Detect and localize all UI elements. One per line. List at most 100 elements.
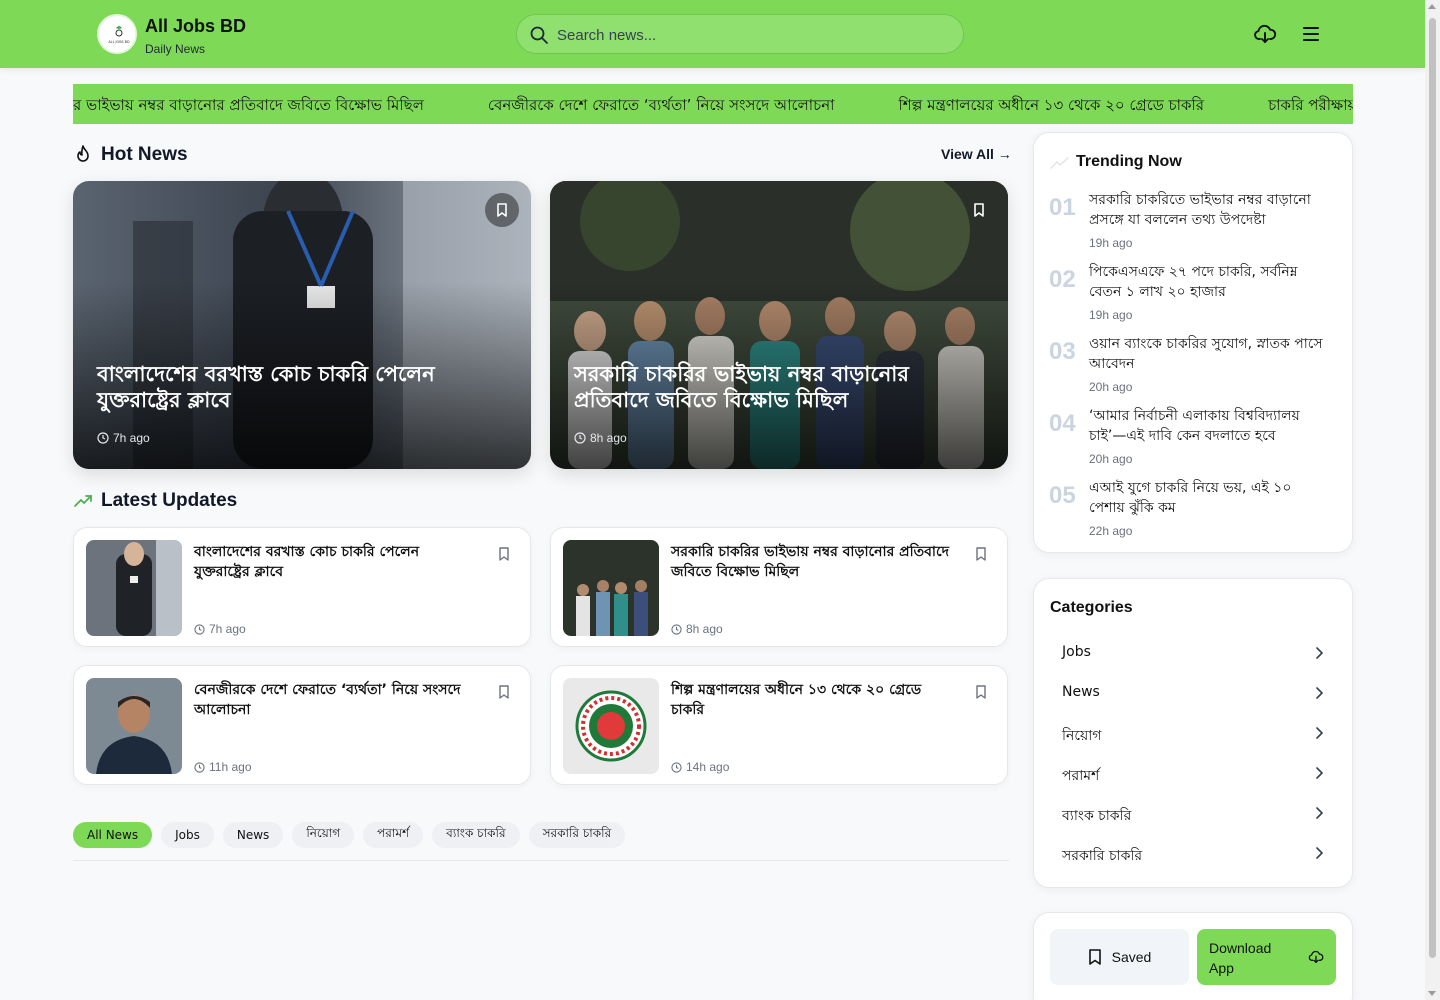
category-label: নিয়োগ	[1062, 728, 1102, 744]
latest-news-title[interactable]: বাংলাদেশের বরখাস্ত কোচ চাকরি পেলেন যুক্ত…	[194, 542, 474, 582]
divider	[73, 860, 1009, 861]
trending-title[interactable]: পিকেএসএফে ২৭ পদে চাকরি, সর্বনিম্ন বেতন ১…	[1089, 262, 1329, 302]
clock-icon	[671, 761, 682, 773]
latest-news-card[interactable]: সরকারি চাকরির ভাইভায় নম্বর বাড়ানোর প্র…	[550, 527, 1008, 647]
ticker-item[interactable]: বেনজীরকে দেশে ফেরাতে ‘ব্যর্থতা’ নিয়ে সং…	[488, 94, 835, 119]
bookmark-icon	[974, 203, 984, 217]
trending-item[interactable]: 05 এআই যুগে চাকরি নিয়ে ভয়, এই ১০ পেশায…	[1049, 478, 1339, 542]
hot-news-card[interactable]: সরকারি চাকরির ভাইভায় নম্বর বাড়ানোর প্র…	[550, 181, 1008, 469]
bookmark-icon[interactable]	[973, 546, 989, 562]
pill-bank-jobs[interactable]: ব্যাংক চাকরি	[432, 822, 520, 848]
trending-time: 20h ago	[1089, 380, 1133, 394]
latest-news-card[interactable]: বাংলাদেশের বরখাস্ত কোচ চাকরি পেলেন যুক্ত…	[73, 527, 531, 647]
pill-news[interactable]: News	[222, 822, 284, 848]
category-label: পরামর্শ	[1062, 768, 1100, 784]
menu-icon[interactable]	[1299, 22, 1323, 46]
saved-button[interactable]: Saved	[1050, 929, 1189, 985]
trending-item[interactable]: 01 সরকারি চাকরিতে ভাইভার নম্বর বাড়ানো প…	[1049, 190, 1339, 254]
trending-title[interactable]: ‘আমার নির্বাচনী এলাকায় বিশ্ববিদ্যালয় চ…	[1089, 406, 1329, 446]
ticker-item[interactable]: শিল্প মন্ত্রণালয়ের অধীনে ১৩ থেকে ২০ গ্র…	[899, 94, 1205, 119]
bookmark-icon[interactable]	[973, 684, 989, 700]
trending-title[interactable]: সরকারি চাকরিতে ভাইভার নম্বর বাড়ানো প্রস…	[1089, 190, 1329, 230]
search-bar[interactable]	[516, 14, 964, 54]
download-app-button[interactable]: Download App	[1197, 929, 1336, 985]
latest-news-time: 8h ago	[671, 622, 723, 636]
bookmark-button[interactable]	[485, 193, 519, 227]
trending-time: 19h ago	[1089, 308, 1133, 322]
hot-news-heading: Hot News	[101, 144, 188, 165]
flame-icon	[77, 145, 89, 162]
trending-item[interactable]: 04 ‘আমার নির্বাচনী এলাকায় বিশ্ববিদ্যালয…	[1049, 406, 1339, 470]
pill-poramorsho[interactable]: পরামর্শ	[363, 822, 424, 848]
trending-rank: 03	[1049, 338, 1076, 365]
hot-news-title[interactable]: সরকারি চাকরির ভাইভায় নম্বর বাড়ানোর প্র…	[574, 361, 984, 413]
clock-icon	[574, 432, 586, 444]
search-input[interactable]	[557, 23, 947, 47]
category-govt-jobs[interactable]: সরকারি চাকরি	[1050, 833, 1338, 873]
category-label: সরকারি চাকরি	[1062, 848, 1143, 864]
view-all-link[interactable]: View All →	[941, 146, 1012, 162]
pill-jobs[interactable]: Jobs	[161, 822, 214, 848]
news-thumbnail	[563, 540, 659, 636]
trending-title[interactable]: ওয়ান ব্যাংকে চাকরির সুযোগ, স্নাতক পাসে …	[1089, 334, 1329, 374]
page-scrollbar[interactable]	[1425, 0, 1440, 1000]
cloud-download-icon[interactable]	[1253, 22, 1277, 46]
categories-panel: Categories Jobs News নিয়োগ পরামর্শ ব্যা…	[1033, 578, 1353, 888]
latest-news-title[interactable]: শিল্প মন্ত্রণালয়ের অধীনে ১৩ থেকে ২০ গ্র…	[671, 680, 951, 720]
bookmark-button[interactable]	[962, 193, 996, 227]
logo-lettering: ALL JOBS BD	[108, 40, 130, 44]
latest-news-card[interactable]: শিল্প মন্ত্রণালয়ের অধীনে ১৩ থেকে ২০ গ্র…	[550, 665, 1008, 785]
brand-title[interactable]: All Jobs BD	[145, 16, 246, 37]
hot-news-card[interactable]: বাংলাদেশের বরখাস্ত কোচ চাকরি পেলেন যুক্ত…	[73, 181, 531, 469]
hot-news-time: 7h ago	[97, 431, 150, 445]
pill-govt-jobs[interactable]: সরকারি চাকরি	[528, 822, 626, 848]
latest-news-card[interactable]: বেনজীরকে দেশে ফেরাতে ‘ব্যর্থতা’ নিয়ে সং…	[73, 665, 531, 785]
pill-niyog[interactable]: নিয়োগ	[292, 822, 355, 848]
trending-rank: 02	[1049, 266, 1076, 293]
hot-news-time-label: 7h ago	[113, 431, 150, 445]
category-niyog[interactable]: নিয়োগ	[1050, 713, 1338, 753]
hot-news-title[interactable]: বাংলাদেশের বরখাস্ত কোচ চাকরি পেলেন যুক্ত…	[97, 361, 507, 413]
trending-item[interactable]: 03 ওয়ান ব্যাংকে চাকরির সুযোগ, স্নাতক পা…	[1049, 334, 1339, 398]
latest-news-title[interactable]: সরকারি চাকরির ভাইভায় নম্বর বাড়ানোর প্র…	[671, 542, 951, 582]
bookmark-icon[interactable]	[496, 546, 512, 562]
ticker-item[interactable]: চাকরি পরীক্ষায় মৌ	[1268, 94, 1353, 119]
scroll-up-arrow-icon[interactable]	[1428, 4, 1436, 9]
trending-time: 20h ago	[1089, 452, 1133, 466]
scroll-down-arrow-icon[interactable]	[1428, 991, 1436, 996]
category-news[interactable]: News	[1050, 673, 1338, 713]
category-bank-jobs[interactable]: ব্যাংক চাকরি	[1050, 793, 1338, 833]
news-thumbnail	[86, 540, 182, 636]
category-jobs[interactable]: Jobs	[1050, 633, 1338, 673]
trending-item[interactable]: 02 পিকেএসএফে ২৭ পদে চাকরি, সর্বনিম্ন বেত…	[1049, 262, 1339, 326]
chevron-right-icon	[1316, 647, 1323, 659]
scrollbar-thumb[interactable]	[1429, 18, 1436, 958]
latest-news-time-label: 14h ago	[686, 760, 730, 774]
trending-rank: 05	[1049, 482, 1076, 509]
pill-all-news[interactable]: All News	[73, 822, 153, 848]
download-app-label: Download App	[1209, 938, 1289, 978]
trending-rank: 04	[1049, 410, 1076, 437]
latest-news-time: 11h ago	[194, 760, 252, 774]
latest-news-time-label: 7h ago	[209, 622, 246, 636]
top-header: ALL JOBS BD All Jobs BD Daily News	[0, 0, 1425, 68]
brand-logo[interactable]: ALL JOBS BD	[97, 14, 137, 54]
trending-title[interactable]: এআই যুগে চাকরি নিয়ে ভয়, এই ১০ পেশায় ঝ…	[1089, 478, 1329, 518]
latest-news-time-label: 8h ago	[686, 622, 723, 636]
hot-news-time-label: 8h ago	[590, 431, 627, 445]
clock-icon	[194, 623, 205, 635]
news-ticker: র ভাইভায় নম্বর বাড়ানোর প্রতিবাদে জবিতে…	[73, 84, 1353, 124]
chevron-right-icon	[1316, 767, 1323, 779]
search-icon	[530, 26, 548, 44]
ticker-item[interactable]: র ভাইভায় নম্বর বাড়ানোর প্রতিবাদে জবিতে…	[73, 94, 424, 119]
trending-rank: 01	[1049, 194, 1076, 221]
clock-icon	[97, 432, 109, 444]
latest-updates-heading: Latest Updates	[101, 490, 238, 511]
latest-news-title[interactable]: বেনজীরকে দেশে ফেরাতে ‘ব্যর্থতা’ নিয়ে সং…	[194, 680, 474, 720]
category-label: Jobs	[1062, 644, 1091, 660]
category-poramorsho[interactable]: পরামর্শ	[1050, 753, 1338, 793]
categories-heading: Categories	[1050, 599, 1133, 616]
bookmark-icon[interactable]	[496, 684, 512, 700]
trending-up-icon	[74, 495, 92, 507]
chevron-right-icon	[1316, 807, 1323, 819]
